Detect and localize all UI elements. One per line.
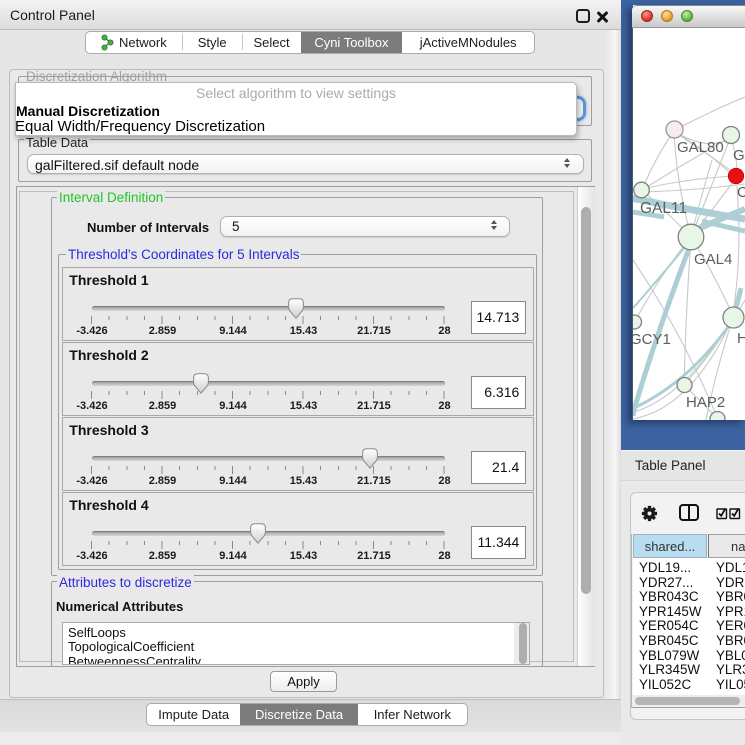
svg-text:GAL4: GAL4 (694, 251, 732, 268)
svg-text:GCY1: GCY1 (633, 331, 671, 348)
svg-text:GAL80: GAL80 (677, 139, 724, 156)
svg-text:HAP2: HAP2 (686, 394, 725, 411)
svg-text:CR: CR (737, 184, 745, 201)
svg-text:GAL11: GAL11 (640, 200, 687, 217)
svg-text:GA: GA (733, 147, 745, 164)
svg-text:H: H (737, 330, 745, 347)
